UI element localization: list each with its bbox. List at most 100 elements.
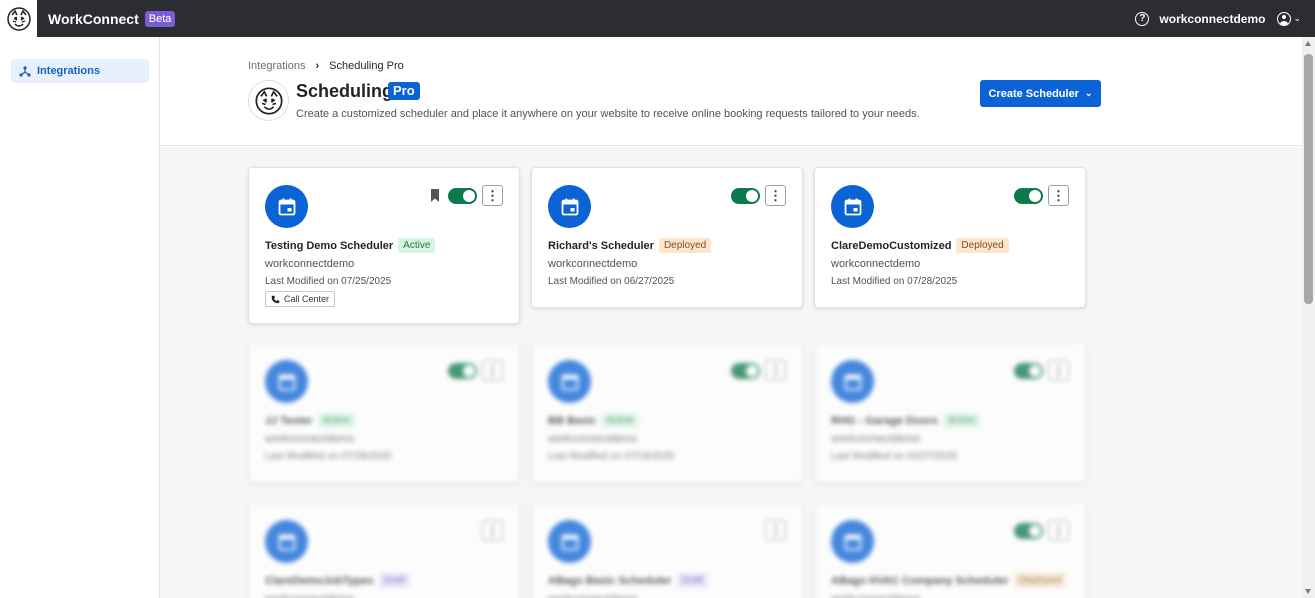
calendar-icon: [548, 360, 591, 403]
card-title-row: ClareDemoCustomized Deployed: [831, 238, 1009, 253]
last-modified: Last Modified on 07/18/2025: [548, 451, 675, 462]
scheduler-card[interactable]: ⋮ ABags Basic Scheduler Draft workconnec…: [531, 502, 803, 598]
app-logo[interactable]: [0, 0, 37, 37]
tiger-logo-icon: [6, 6, 31, 31]
card-actions: ⋮: [1014, 360, 1069, 381]
scroll-up-arrow-icon[interactable]: [1305, 41, 1311, 46]
card-actions: ⋮: [731, 185, 786, 206]
scheduler-card[interactable]: ⋮ ClareDemoCustomized Deployed workconne…: [814, 167, 1086, 308]
more-options-button[interactable]: ⋮: [1048, 520, 1069, 541]
scrollbar-thumb[interactable]: [1304, 54, 1313, 304]
vertical-scrollbar[interactable]: [1302, 37, 1315, 598]
scheduler-owner: workconnectdemo: [831, 593, 920, 598]
card-title-row: JJ Tester Active: [265, 413, 355, 428]
scheduler-card[interactable]: ⋮ RHG - Garage Doors Active workconnectd…: [814, 342, 1086, 483]
more-options-button[interactable]: ⋮: [482, 520, 503, 541]
user-menu-button[interactable]: ⌄: [1277, 11, 1301, 26]
scheduler-name: Richard's Scheduler: [548, 239, 654, 252]
calendar-icon: [265, 360, 308, 403]
more-options-button[interactable]: ⋮: [482, 185, 503, 206]
scheduler-owner: workconnectdemo: [548, 593, 637, 598]
breadcrumb-current: Scheduling Pro: [329, 60, 404, 72]
calendar-icon: [831, 520, 874, 563]
enable-toggle[interactable]: [448, 187, 477, 204]
last-modified: Last Modified on 02/27/2025: [831, 451, 958, 462]
scheduler-name: ABags Basic Scheduler: [548, 574, 672, 587]
card-actions: ⋮: [765, 520, 786, 541]
enable-toggle[interactable]: [1014, 362, 1043, 379]
scheduler-owner: workconnectdemo: [548, 433, 638, 445]
page-description: Create a customized scheduler and place …: [296, 108, 920, 120]
scheduler-name: ABags HVAC Company Scheduler: [831, 574, 1009, 587]
card-title-row: Testing Demo Scheduler Active: [265, 238, 436, 253]
bookmark-icon[interactable]: [430, 189, 440, 202]
top-navbar: WorkConnect Beta ? workconnectdemo ⌄: [0, 0, 1315, 37]
last-modified: Last Modified on 07/28/2025: [831, 276, 958, 287]
enable-toggle[interactable]: [731, 187, 760, 204]
card-actions: ⋮: [1014, 185, 1069, 206]
enable-toggle[interactable]: [1014, 187, 1043, 204]
scheduler-owner: workconnectdemo: [265, 258, 355, 270]
scheduler-card[interactable]: ⋮ Richard's Scheduler Deployed workconne…: [531, 167, 803, 308]
more-options-button[interactable]: ⋮: [765, 360, 786, 381]
username-label: workconnectdemo: [1159, 11, 1266, 26]
card-title-row: ABags HVAC Company Scheduler Deployed: [831, 573, 1066, 588]
scheduler-name: BB Basic: [548, 414, 597, 427]
enable-toggle[interactable]: [731, 362, 760, 379]
scheduler-owner: workconnectdemo: [831, 433, 921, 445]
create-scheduler-label: Create Scheduler: [988, 87, 1079, 100]
scheduler-name: ClareDemoCustomized: [831, 239, 952, 252]
calendar-icon: [548, 520, 591, 563]
beta-badge: Beta: [144, 10, 176, 27]
card-title-row: Richard's Scheduler Deployed: [548, 238, 712, 253]
breadcrumb-separator: ›: [315, 60, 320, 72]
more-options-button[interactable]: ⋮: [1048, 360, 1069, 381]
calendar-icon: [548, 185, 591, 228]
status-badge: Active: [601, 413, 639, 428]
calendar-icon: [831, 360, 874, 403]
status-badge: Draft: [378, 573, 411, 588]
tag-label: Call Center: [284, 294, 330, 304]
breadcrumb-link-integrations[interactable]: Integrations: [248, 60, 305, 72]
last-modified: Last Modified on 07/25/2025: [265, 276, 392, 287]
scroll-down-arrow-icon[interactable]: [1305, 589, 1311, 594]
more-options-button[interactable]: ⋮: [482, 360, 503, 381]
phone-icon: [271, 295, 280, 303]
scheduler-card[interactable]: ⋮ ClareDemoJobTypes Draft workconnectdem…: [248, 502, 520, 598]
sidebar-item-integrations[interactable]: Integrations: [11, 59, 149, 83]
scheduler-card[interactable]: ⋮ ABags HVAC Company Scheduler Deployed …: [814, 502, 1086, 598]
create-scheduler-button[interactable]: Create Scheduler ⌄: [980, 80, 1101, 107]
topbar-actions: ? workconnectdemo ⌄: [1135, 0, 1301, 37]
more-options-button[interactable]: ⋮: [765, 520, 786, 541]
user-avatar-icon: [1277, 11, 1292, 26]
card-actions: ⋮: [1014, 520, 1069, 541]
integrations-icon: [19, 66, 31, 77]
enable-toggle[interactable]: [1014, 522, 1043, 539]
app-title: WorkConnect: [48, 10, 139, 27]
page-header: Integrations › Scheduling Pro Scheduling…: [160, 37, 1302, 146]
card-actions: ⋮: [482, 520, 503, 541]
scheduler-owner: workconnectdemo: [265, 593, 354, 598]
scheduling-logo: [248, 80, 289, 121]
more-options-button[interactable]: ⋮: [1048, 185, 1069, 206]
status-badge: Draft: [676, 573, 709, 588]
scheduler-card[interactable]: ⋮ JJ Tester Active workconnectdemo Last …: [248, 342, 520, 483]
card-title-row: ABags Basic Scheduler Draft: [548, 573, 709, 588]
card-title-row: BB Basic Active: [548, 413, 639, 428]
chevron-down-icon: ⌄: [1293, 13, 1301, 23]
status-badge: Deployed: [956, 238, 1009, 253]
scheduler-owner: workconnectdemo: [265, 433, 355, 445]
last-modified: Last Modified on 07/28/2025: [265, 451, 392, 462]
enable-toggle[interactable]: [448, 362, 477, 379]
scheduler-card[interactable]: ⋮ Testing Demo Scheduler Active workconn…: [248, 167, 520, 324]
card-title-row: ClareDemoJobTypes Draft: [265, 573, 411, 588]
scheduler-card[interactable]: ⋮ BB Basic Active workconnectdemo Last M…: [531, 342, 803, 483]
more-options-button[interactable]: ⋮: [765, 185, 786, 206]
card-actions: ⋮: [430, 185, 503, 206]
pro-badge: Pro: [388, 82, 420, 100]
scheduler-name: Testing Demo Scheduler: [265, 239, 394, 252]
help-icon[interactable]: ?: [1135, 11, 1150, 26]
status-badge: Active: [942, 413, 981, 428]
calendar-icon: [831, 185, 874, 228]
tiger-logo-icon: [254, 86, 283, 115]
